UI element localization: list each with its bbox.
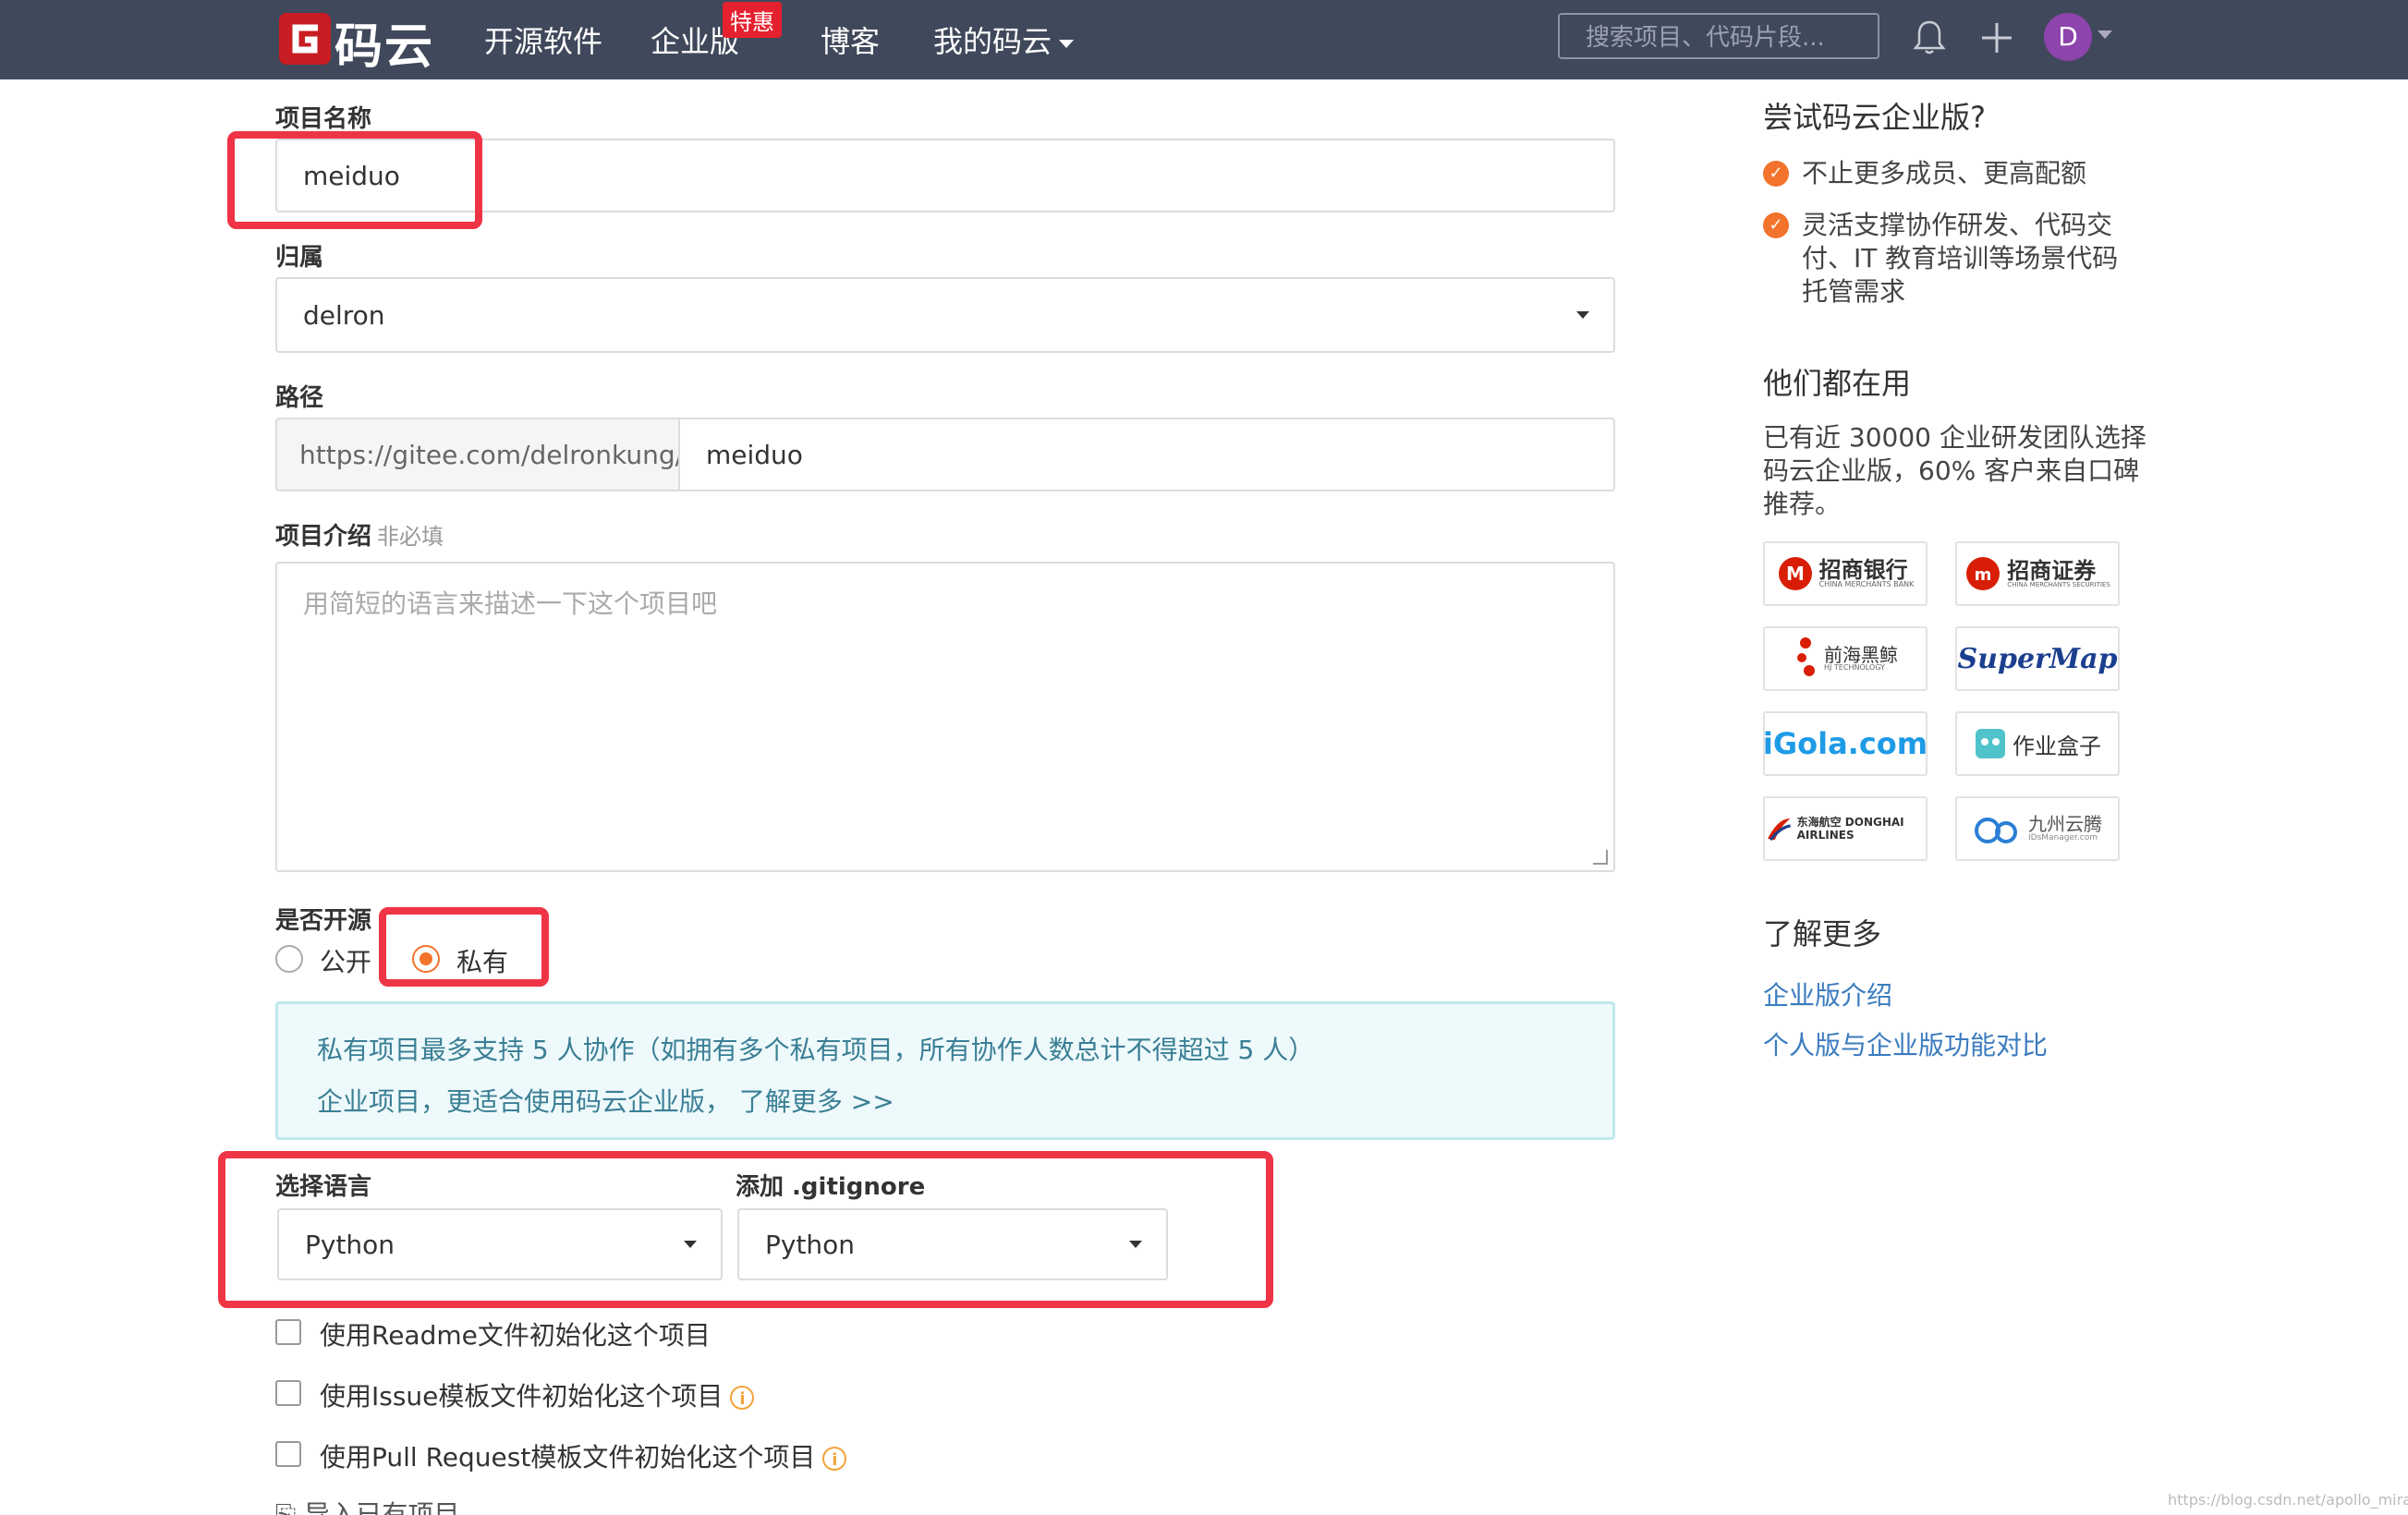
logo-qhhj-name: 前海黑鲸 (1824, 644, 1898, 666)
logo-donghai-name: 东海航空 DONGHAI AIRLINES (1796, 815, 1904, 842)
qhhj-logo-icon (1797, 637, 1815, 676)
logo-cms-name: 招商证券 (2007, 557, 2097, 584)
logo-cmb-sub: CHINA MERCHANTS BANK (1818, 580, 1915, 588)
info-line-2[interactable]: 企业项目，更适合使用码云企业版， 了解更多 >> (317, 1082, 894, 1119)
owner-select[interactable]: delron (275, 277, 1615, 353)
donghai-logo-icon (1768, 818, 1791, 842)
svg-text:M: M (1786, 563, 1805, 585)
logo-cms: m 招商证券 CHINA MERCHANTS SECURITIES (1955, 541, 2120, 606)
logo-igola: iGola.com (1763, 711, 1928, 776)
check-circle-icon: ✓ (1763, 161, 1789, 187)
owner-value: delron (303, 299, 385, 331)
logo-zuoyehezi: 作业盒子 (1955, 711, 2120, 776)
logo-jiuzhou-name: 九州云腾 (2028, 813, 2102, 836)
info-icon[interactable]: i (822, 1447, 847, 1471)
import-project-link[interactable]: ⎘ 导入已有项目 (275, 1495, 459, 1515)
info-icon[interactable]: i (730, 1386, 755, 1410)
svg-text:m: m (1975, 565, 1992, 585)
benefit-1: 不止更多成员、更高配额 (1802, 158, 2087, 188)
import-project-label: 导入已有项目 (304, 1499, 460, 1515)
cms-logo-icon: m (1966, 557, 2001, 590)
path-prefix: https://gitee.com/delronkung/ (275, 418, 684, 491)
check-circle-icon: ✓ (1763, 212, 1789, 238)
description-label-text: 项目介绍 (275, 523, 372, 551)
open-source-label: 是否开源 (275, 907, 372, 935)
nav-my-gitee[interactable]: 我的码云 (933, 18, 1075, 61)
jiuzhou-logo-icon (1975, 818, 2017, 843)
logo-cms-text: 招商证券 CHINA MERCHANTS SECURITIES (2007, 560, 2110, 588)
pr-template-checkbox-row[interactable]: 使用Pull Request模板文件初始化这个项目 i (320, 1437, 847, 1474)
logo-supermap-name: SuperMap (1957, 642, 2118, 675)
learn-more-title: 了解更多 (1763, 916, 1882, 951)
chevron-down-icon (1059, 39, 1075, 48)
nav-blog[interactable]: 博客 (821, 18, 880, 61)
logo-qhhj-text: 前海黑鲸 HJ TECHNOLOGY (1824, 646, 1898, 672)
nav-open-source[interactable]: 开源软件 (484, 18, 602, 61)
logo-igola-name: iGola.com (1763, 726, 1928, 761)
optional-hint: 非必填 (377, 524, 444, 550)
discount-badge: 特惠 (723, 2, 782, 38)
logo-jiuzhou-text: 九州云腾 IDsManager.com (2028, 814, 2102, 843)
info-line-1: 私有项目最多支持 5 人协作（如拥有多个私有项目，所有协作人数总计不得超过 5 … (317, 1035, 1315, 1065)
gitee-logo-icon[interactable] (277, 11, 333, 67)
avatar[interactable]: D (2044, 13, 2092, 61)
description-placeholder: 用简短的语言来描述一下这个项目吧 (303, 588, 718, 619)
logo-zuoyehezi-name: 作业盒子 (2013, 733, 2101, 759)
logo-text[interactable]: 码云 (334, 7, 434, 77)
logo-cmb-text: 招商银行 CHINA MERCHANTS BANK (1819, 559, 1915, 588)
pr-template-checkbox[interactable] (275, 1441, 301, 1467)
try-enterprise-title: 尝试码云企业版? (1763, 100, 1986, 135)
watermark: https://blog.csdn.net/apollo_miracle (2168, 1491, 2408, 1509)
resize-handle-icon[interactable] (1593, 850, 1608, 865)
nav-my-gitee-label: 我的码云 (933, 24, 1052, 59)
highlight-box (218, 1151, 1273, 1308)
pr-template-checkbox-label: 使用Pull Request模板文件初始化这个项目 (320, 1442, 816, 1473)
radio-public[interactable] (275, 945, 303, 973)
logo-supermap: SuperMap (1955, 626, 2120, 691)
path-label: 路径 (275, 384, 324, 412)
zuoyehezi-logo-icon (1976, 729, 2005, 758)
plus-icon[interactable] (1979, 20, 2014, 55)
readme-checkbox[interactable] (275, 1319, 301, 1345)
logo-donghai: 东海航空 DONGHAI AIRLINES (1763, 796, 1928, 861)
logo-cmb: M 招商银行 CHINA MERCHANTS BANK (1763, 541, 1928, 606)
owner-label: 归属 (275, 244, 324, 272)
description-label: 项目介绍 非必填 (275, 517, 444, 551)
link-enterprise-intro[interactable]: 企业版介绍 (1763, 976, 1892, 1012)
project-name-label: 项目名称 (275, 105, 372, 133)
readme-checkbox-label[interactable]: 使用Readme文件初始化这个项目 (320, 1315, 711, 1352)
logo-qhhj: 前海黑鲸 HJ TECHNOLOGY (1763, 626, 1928, 691)
import-icon: ⎘ (275, 1499, 305, 1515)
logo-cms-sub: CHINA MERCHANTS SECURITIES (2007, 580, 2110, 588)
search-input[interactable]: 搜索项目、代码片段... (1558, 13, 1879, 59)
private-info-box: 私有项目最多支持 5 人协作（如拥有多个私有项目，所有协作人数总计不得超过 5 … (275, 1001, 1615, 1140)
top-navbar: 码云 开源软件 企业版 特惠 博客 我的码云 搜索项目、代码片段... D (0, 0, 2408, 79)
description-textarea[interactable]: 用简短的语言来描述一下这个项目吧 (275, 562, 1615, 872)
logo-jiuzhou: 九州云腾 IDsManager.com (1955, 796, 2120, 861)
logo-jiuzhou-sub: IDsManager.com (2028, 833, 2098, 843)
path-input[interactable]: meiduo (678, 418, 1615, 491)
link-compare[interactable]: 个人版与企业版功能对比 (1763, 1025, 2048, 1062)
radio-public-label[interactable]: 公开 (320, 942, 371, 979)
highlight-box (227, 131, 482, 229)
issue-template-checkbox[interactable] (275, 1380, 301, 1406)
cmb-logo-icon: M (1778, 557, 1812, 590)
issue-template-checkbox-label: 使用Issue模板文件初始化这个项目 (320, 1381, 724, 1412)
chevron-down-icon (1576, 311, 1589, 319)
users-title: 他们都在用 (1763, 366, 1912, 401)
benefit-2: 灵活支撑协作研发、代码交付、IT 教育培训等场景代码托管需求 (1802, 210, 2119, 307)
highlight-box (379, 907, 549, 987)
users-text: 已有近 30000 企业研发团队选择码云企业版，60% 客户来自口碑推荐。 (1763, 422, 2147, 519)
chevron-down-icon[interactable] (2098, 30, 2112, 39)
logo-cmb-name: 招商银行 (1818, 557, 1908, 583)
issue-template-checkbox-row[interactable]: 使用Issue模板文件初始化这个项目 i (320, 1376, 755, 1413)
bell-icon[interactable] (1913, 18, 1946, 55)
